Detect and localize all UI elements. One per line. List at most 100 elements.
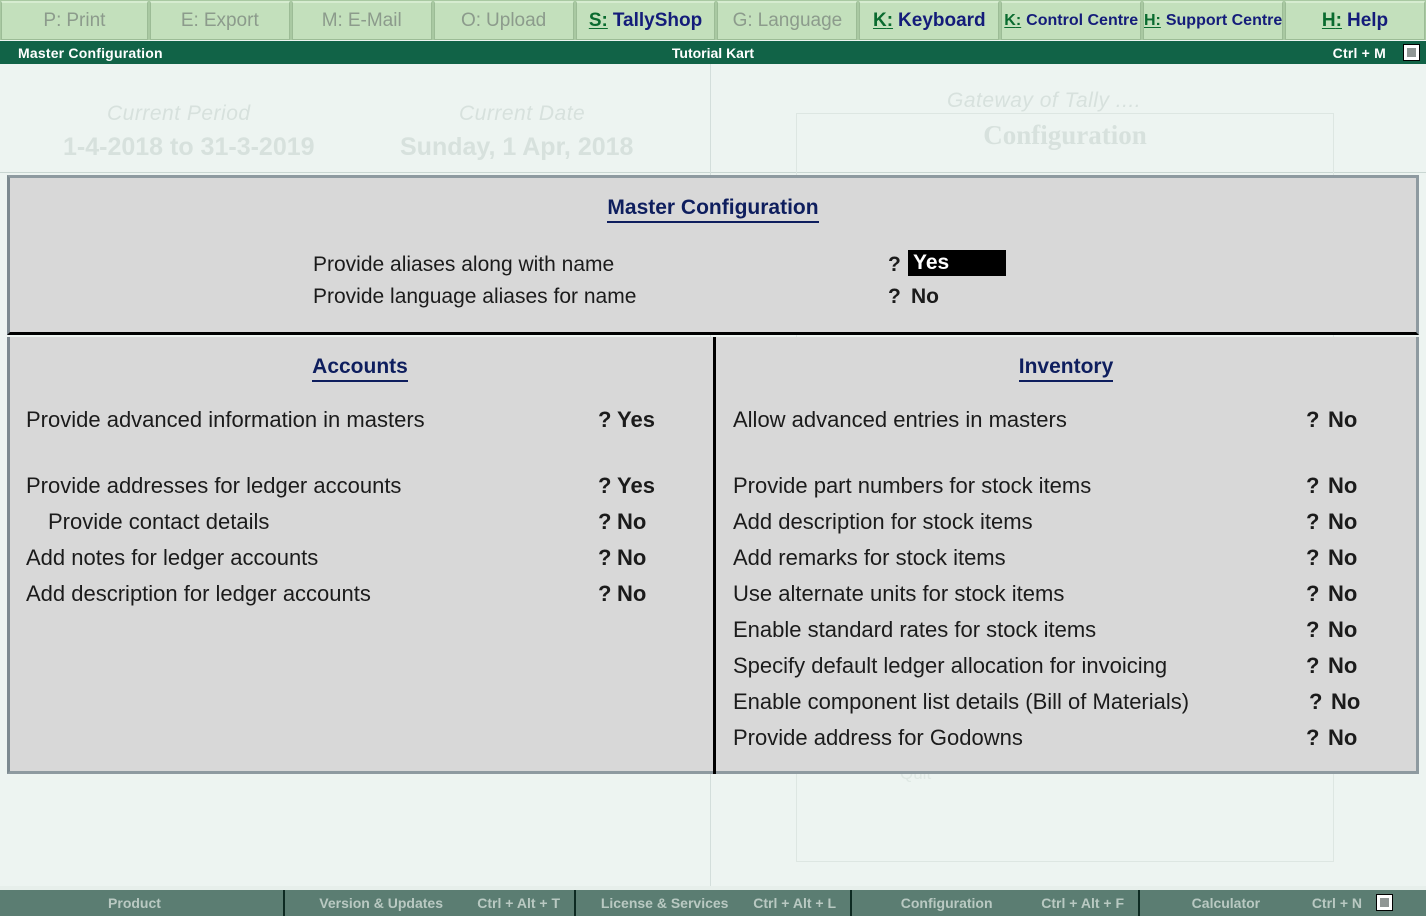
button-print-colon: : bbox=[56, 10, 61, 32]
status-cell-license-services[interactable]: License & Services Ctrl + Alt + L bbox=[576, 890, 852, 916]
option-label-provide-addresses-for-ledger-accounts: Provide addresses for ledger accounts bbox=[26, 473, 401, 499]
button-language-label: Language bbox=[758, 10, 843, 32]
tally-application-window: P:Print E:Export M:E-Mail O:Upload S:Tal… bbox=[0, 0, 1426, 916]
button-tallyshop-label: TallyShop bbox=[613, 10, 702, 32]
current-period-value: 1-4-2018 to 31-3-2019 bbox=[63, 133, 315, 162]
option-label-use-alternate-units-for-stock-items: Use alternate units for stock items bbox=[733, 581, 1064, 607]
button-email-hotkey: M bbox=[322, 10, 338, 32]
option-prompt-enable-standard-rates-for-stock-items: ? bbox=[1306, 617, 1319, 643]
gateway-menu-title: Configuration bbox=[797, 120, 1333, 151]
config-prompt-provide-language-aliases-for-name: ? bbox=[888, 285, 901, 309]
status-cell-calculator[interactable]: Calculator Ctrl + N bbox=[1140, 890, 1398, 916]
button-tallyshop-hotkey: S bbox=[589, 10, 602, 32]
option-prompt-add-description-for-ledger-accounts: ? bbox=[598, 581, 611, 607]
option-value-add-description-for-stock-items[interactable]: No bbox=[1328, 509, 1357, 535]
option-value-enable-standard-rates-for-stock-items[interactable]: No bbox=[1328, 617, 1357, 643]
button-export[interactable]: E:Export bbox=[150, 1, 290, 40]
button-control-centre-hotkey: K bbox=[1004, 12, 1016, 30]
option-label-enable-standard-rates-for-stock-items: Enable standard rates for stock items bbox=[733, 617, 1096, 643]
button-email[interactable]: M:E-Mail bbox=[292, 1, 432, 40]
button-print-label: Print bbox=[66, 10, 105, 32]
option-value-provide-advanced-information-in-masters[interactable]: Yes bbox=[617, 407, 655, 433]
button-export-colon: : bbox=[194, 10, 199, 32]
button-tallyshop-colon: : bbox=[602, 10, 608, 32]
option-label-add-remarks-for-stock-items: Add remarks for stock items bbox=[733, 545, 1006, 571]
current-period-label: Current Period bbox=[107, 102, 251, 126]
status-cell-license-services-label: License & Services bbox=[576, 895, 753, 911]
option-value-add-remarks-for-stock-items[interactable]: No bbox=[1328, 545, 1357, 571]
status-cell-configuration[interactable]: Configuration Ctrl + Alt + F bbox=[852, 890, 1140, 916]
button-tallyshop[interactable]: S:TallyShop bbox=[576, 1, 716, 40]
button-help-label: Help bbox=[1347, 10, 1388, 32]
option-value-provide-contact-details[interactable]: No bbox=[617, 509, 646, 535]
option-prompt-allow-advanced-entries-in-masters: ? bbox=[1306, 407, 1319, 433]
config-value-provide-language-aliases-for-name[interactable]: No bbox=[911, 285, 939, 309]
option-value-enable-component-list-details[interactable]: No bbox=[1331, 689, 1360, 715]
option-value-add-description-for-ledger-accounts[interactable]: No bbox=[617, 581, 646, 607]
button-help[interactable]: H:Help bbox=[1285, 1, 1425, 40]
status-cell-configuration-label: Configuration bbox=[852, 895, 1041, 911]
option-value-add-notes-for-ledger-accounts[interactable]: No bbox=[617, 545, 646, 571]
button-keyboard-label: Keyboard bbox=[898, 10, 986, 32]
title-bar-shortcut: Ctrl + M bbox=[1333, 45, 1386, 61]
option-value-specify-default-ledger-allocation-for-invoicing[interactable]: No bbox=[1328, 653, 1357, 679]
config-row-provide-language-aliases-for-name[interactable]: Provide language aliases for name ? No bbox=[10, 285, 1416, 317]
title-bar-company-name: Tutorial Kart bbox=[0, 45, 1426, 61]
bottom-status-bar: Product Version & Updates Ctrl + Alt + T… bbox=[0, 890, 1426, 916]
config-row-provide-aliases-along-with-name[interactable]: Provide aliases along with name ? Yes bbox=[10, 253, 1416, 285]
button-upload[interactable]: O:Upload bbox=[434, 1, 574, 40]
status-cell-license-services-shortcut: Ctrl + Alt + L bbox=[753, 895, 850, 911]
option-value-provide-address-for-godowns[interactable]: No bbox=[1328, 725, 1357, 751]
option-value-use-alternate-units-for-stock-items[interactable]: No bbox=[1328, 581, 1357, 607]
option-prompt-provide-part-numbers-for-stock-items: ? bbox=[1306, 473, 1319, 499]
option-value-allow-advanced-entries-in-masters[interactable]: No bbox=[1328, 407, 1357, 433]
button-help-hotkey: H bbox=[1322, 10, 1336, 32]
button-support-centre[interactable]: H:Support Centre bbox=[1143, 1, 1283, 40]
option-label-enable-component-list-details: Enable component list details (Bill of M… bbox=[733, 689, 1189, 715]
inventory-section-heading: Inventory bbox=[716, 355, 1416, 379]
option-label-provide-address-for-godowns: Provide address for Godowns bbox=[733, 725, 1023, 751]
status-cell-version-updates-label: Version & Updates bbox=[285, 895, 477, 911]
button-print[interactable]: P:Print bbox=[1, 1, 148, 40]
master-configuration-title-text: Master Configuration bbox=[607, 196, 818, 223]
button-email-label: E-Mail bbox=[348, 10, 402, 32]
button-upload-colon: : bbox=[476, 10, 481, 32]
button-help-colon: : bbox=[1336, 10, 1342, 32]
option-prompt-provide-address-for-godowns: ? bbox=[1306, 725, 1319, 751]
button-keyboard-hotkey: K bbox=[873, 10, 887, 32]
status-cell-product-label: Product bbox=[0, 895, 269, 911]
option-prompt-add-notes-for-ledger-accounts: ? bbox=[598, 545, 611, 571]
option-prompt-add-remarks-for-stock-items: ? bbox=[1306, 545, 1319, 571]
config-prompt-provide-aliases-along-with-name: ? bbox=[888, 253, 901, 277]
option-label-provide-part-numbers-for-stock-items: Provide part numbers for stock items bbox=[733, 473, 1091, 499]
button-control-centre[interactable]: K:Control Centre bbox=[1001, 1, 1141, 40]
status-bar-minimize-box-icon[interactable] bbox=[1376, 894, 1393, 911]
option-prompt-enable-component-list-details: ? bbox=[1309, 689, 1322, 715]
button-language[interactable]: G:Language bbox=[717, 1, 857, 40]
minimize-box-icon[interactable] bbox=[1403, 44, 1420, 61]
option-label-add-description-for-ledger-accounts: Add description for ledger accounts bbox=[26, 581, 371, 607]
current-date-value: Sunday, 1 Apr, 2018 bbox=[400, 133, 633, 162]
column-divider bbox=[713, 337, 716, 774]
window-title-bar: Master Configuration Tutorial Kart Ctrl … bbox=[0, 41, 1426, 64]
option-value-provide-addresses-for-ledger-accounts[interactable]: Yes bbox=[617, 473, 655, 499]
status-cell-version-updates[interactable]: Version & Updates Ctrl + Alt + T bbox=[285, 890, 576, 916]
button-keyboard[interactable]: K:Keyboard bbox=[859, 1, 999, 40]
option-label-add-description-for-stock-items: Add description for stock items bbox=[733, 509, 1033, 535]
config-value-provide-aliases-along-with-name[interactable]: Yes bbox=[908, 250, 1006, 276]
accounts-inventory-panel: Accounts Inventory Provide advanced info… bbox=[7, 337, 1419, 774]
current-date-label: Current Date bbox=[459, 102, 585, 126]
button-export-hotkey: E bbox=[181, 10, 194, 32]
option-value-provide-part-numbers-for-stock-items[interactable]: No bbox=[1328, 473, 1357, 499]
button-upload-hotkey: O bbox=[461, 10, 476, 32]
button-email-colon: : bbox=[338, 10, 343, 32]
master-configuration-title: Master Configuration bbox=[10, 196, 1416, 220]
option-prompt-add-description-for-stock-items: ? bbox=[1306, 509, 1319, 535]
config-label-provide-language-aliases-for-name: Provide language aliases for name bbox=[313, 285, 636, 309]
button-keyboard-colon: : bbox=[887, 10, 893, 32]
option-label-specify-default-ledger-allocation-for-invoicing: Specify default ledger allocation for in… bbox=[733, 653, 1167, 679]
option-prompt-provide-addresses-for-ledger-accounts: ? bbox=[598, 473, 611, 499]
button-control-centre-label: Control Centre bbox=[1026, 12, 1138, 30]
status-cell-calculator-label: Calculator bbox=[1140, 895, 1312, 911]
status-cell-product[interactable]: Product bbox=[0, 890, 285, 916]
